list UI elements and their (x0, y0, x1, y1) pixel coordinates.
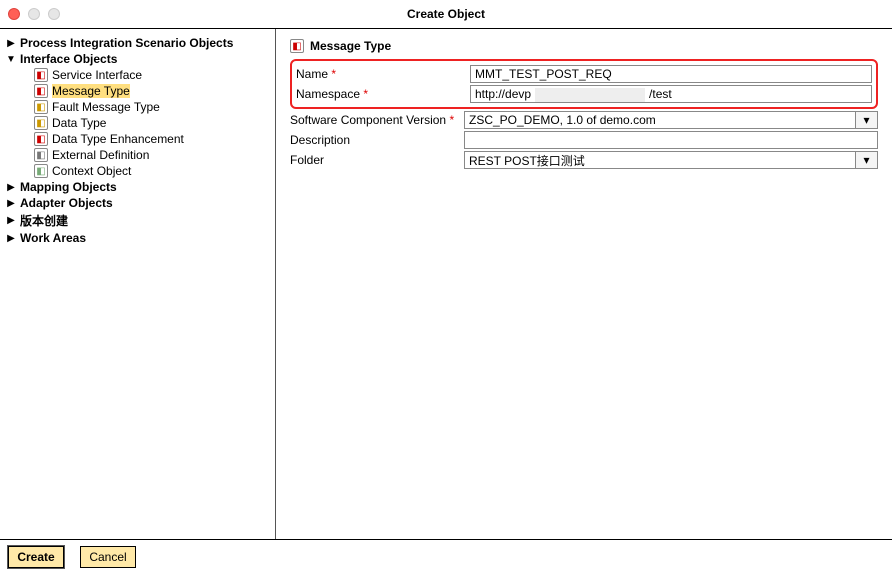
field-namespace: Namespace * http://devp /test (296, 85, 872, 103)
scv-picker-button[interactable]: ▾ (856, 111, 878, 129)
scv-input[interactable] (464, 111, 856, 129)
tree-item-label: Context Object (52, 164, 131, 178)
scv-label-wrap: Software Component Version * (290, 113, 464, 127)
tree-item-label: Service Interface (52, 68, 142, 82)
tree-item[interactable]: ◧ Context Object (4, 163, 271, 179)
field-name: Name * (296, 65, 872, 83)
create-button[interactable]: Create (8, 546, 64, 568)
name-label: Name (296, 67, 328, 81)
tree-item[interactable]: ◧ External Definition (4, 147, 271, 163)
name-input[interactable] (470, 65, 872, 83)
dt-icon: ◧ (34, 116, 48, 130)
form-header: ◧ Message Type (290, 39, 878, 53)
title-bar: Create Object (0, 0, 892, 28)
field-folder: Folder ▾ (290, 151, 878, 169)
required-mark-icon: * (363, 87, 368, 101)
scv-label: Software Component Version (290, 113, 446, 127)
tree-node-adapter[interactable]: ▶ Adapter Objects (4, 195, 271, 211)
tree-item-label: Data Type Enhancement (52, 132, 184, 146)
picker-icon: ▾ (863, 113, 869, 127)
tree-node-mapping[interactable]: ▶ Mapping Objects (4, 179, 271, 195)
folder-input[interactable] (464, 151, 856, 169)
namespace-redacted (535, 88, 645, 102)
body: ▶ Process Integration Scenario Objects ▼… (0, 28, 892, 540)
namespace-label: Namespace (296, 87, 360, 101)
tree-node-work[interactable]: ▶ Work Areas (4, 230, 271, 246)
chevron-right-icon: ▶ (6, 215, 16, 226)
required-mark-icon: * (449, 113, 454, 127)
tree-label: Interface Objects (20, 52, 117, 66)
namespace-label-wrap: Namespace * (296, 87, 470, 101)
tree-item-label: Fault Message Type (52, 100, 160, 114)
tree-item-label: Data Type (52, 116, 106, 130)
chevron-right-icon: ▶ (6, 38, 16, 49)
maximize-icon[interactable] (48, 8, 60, 20)
tree-node-version[interactable]: ▶ 版本创建 (4, 211, 271, 230)
description-label: Description (290, 133, 464, 147)
required-mark-icon: * (331, 67, 336, 81)
tree-node-scenario[interactable]: ▶ Process Integration Scenario Objects (4, 35, 271, 51)
namespace-input[interactable]: http://devp /test (470, 85, 872, 103)
ext-icon: ◧ (34, 148, 48, 162)
picker-icon: ▾ (863, 153, 869, 167)
name-label-wrap: Name * (296, 67, 470, 81)
ctx-icon: ◧ (34, 164, 48, 178)
dte-icon: ◧ (34, 132, 48, 146)
folder-picker-button[interactable]: ▾ (856, 151, 878, 169)
flt-icon: ◧ (34, 100, 48, 114)
namespace-value-left: http://devp (471, 87, 535, 101)
chevron-right-icon: ▶ (6, 198, 16, 209)
window-title: Create Object (407, 7, 485, 21)
chevron-right-icon: ▶ (6, 233, 16, 244)
tree-item[interactable]: ◧ Data Type (4, 115, 271, 131)
field-description: Description (290, 131, 878, 149)
tree-item[interactable]: ◧ Data Type Enhancement (4, 131, 271, 147)
tree-item-label: Message Type (52, 84, 130, 98)
chevron-right-icon: ▶ (6, 182, 16, 193)
object-tree: ▶ Process Integration Scenario Objects ▼… (0, 29, 276, 539)
folder-label: Folder (290, 153, 464, 167)
tree-item[interactable]: ◧ Service Interface (4, 67, 271, 83)
namespace-value-right: /test (645, 87, 676, 101)
footer: Create Cancel (0, 540, 892, 574)
svc-icon: ◧ (34, 68, 48, 82)
tree-label: Process Integration Scenario Objects (20, 36, 233, 50)
field-scv: Software Component Version * ▾ (290, 111, 878, 129)
tree-label: 版本创建 (20, 212, 68, 229)
cancel-button[interactable]: Cancel (80, 546, 136, 568)
chevron-down-icon: ▼ (6, 54, 16, 65)
tree-item[interactable]: ◧ Fault Message Type (4, 99, 271, 115)
minimize-icon[interactable] (28, 8, 40, 20)
msg-icon: ◧ (34, 84, 48, 98)
close-icon[interactable] (8, 8, 20, 20)
tree-item[interactable]: ◧ Message Type (4, 83, 271, 99)
description-input[interactable] (464, 131, 878, 149)
tree-label: Mapping Objects (20, 180, 117, 194)
tree-label: Work Areas (20, 231, 86, 245)
tree-node-interface[interactable]: ▼ Interface Objects (4, 51, 271, 67)
message-type-icon: ◧ (290, 39, 304, 53)
form-panel: ◧ Message Type Name * Namespace * http:/… (276, 29, 892, 539)
tree-label: Adapter Objects (20, 196, 113, 210)
form-title: Message Type (310, 39, 391, 53)
window-controls (8, 8, 60, 20)
highlighted-fields: Name * Namespace * http://devp /test (290, 59, 878, 109)
tree-item-label: External Definition (52, 148, 149, 162)
